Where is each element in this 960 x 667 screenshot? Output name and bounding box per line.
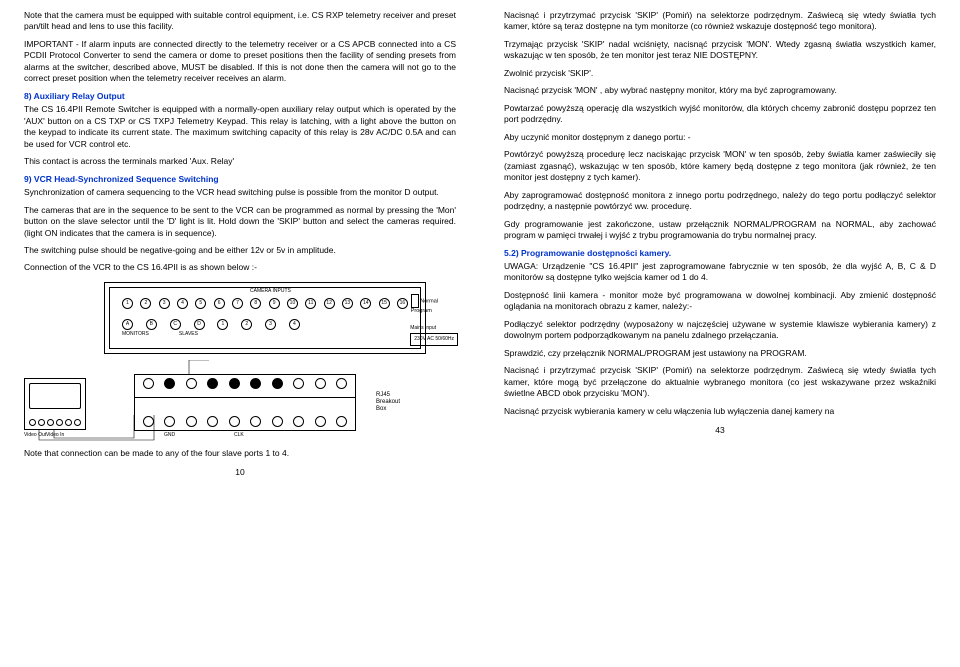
section-9-para-c: The switching pulse should be negative-g… (24, 245, 456, 256)
program-label: Program (411, 308, 432, 314)
section-8-para-a: The CS 16.4PII Remote Switcher is equipp… (24, 104, 456, 150)
r-para-6: Aby uczynić monitor dostępnym z danego p… (504, 132, 936, 143)
section-9-para-b: The cameras that are in the sequence to … (24, 205, 456, 239)
section-9-para-a: Synchronization of camera sequencing to … (24, 187, 456, 198)
monitors-label: MONITORS (122, 331, 149, 338)
r-para-4: Nacisnąć przycisk 'MON' , aby wybrać nas… (504, 85, 936, 96)
r-para-2: Trzymając przycisk 'SKIP' nadal wciśnięt… (504, 39, 936, 62)
r-para-8: Gdy programowanie jest zakończone, ustaw… (504, 219, 936, 242)
r-para-14: Nacisnąć przycisk wybierania kamery w ce… (504, 406, 936, 417)
intro-para-1: Note that the camera must be equipped wi… (24, 10, 456, 33)
device-rear-panel: CAMERA INPUTS 1234 5678 9101112 13141516… (104, 282, 426, 354)
section-9-heading: 9) VCR Head-Synchronized Sequence Switch… (24, 174, 456, 185)
r-para-11: Podłączyć selektor podrzędny (wyposażony… (504, 319, 936, 342)
left-page-number: 10 (24, 467, 456, 478)
camera-inputs-label: CAMERA INPUTS (250, 288, 291, 295)
slaves-label: SLAVES (179, 331, 198, 338)
section-9-para-e: Note that connection can be made to any … (24, 448, 456, 459)
r-para-7: Aby zaprogramować dostępność monitora z … (504, 190, 936, 213)
r-para-10: Dostępność linii kamera - monitor może b… (504, 290, 936, 313)
r-para-3: Zwolnić przycisk 'SKIP'. (504, 68, 936, 79)
section-8-heading: 8) Auxiliary Relay Output (24, 91, 456, 102)
camera-input-sockets: 1234 5678 9101112 13141516 (122, 298, 408, 309)
left-column: Note that the camera must be equipped wi… (0, 0, 480, 667)
wiring-lines (24, 360, 364, 445)
r-para-12: Sprawdzić, czy przełącznik NORMAL/PROGRA… (504, 348, 936, 359)
r-para-13: Nacisnąć i przytrzymać przycisk 'SKIP' (… (504, 365, 936, 399)
mains-voltage-label: 230V AC 50/60Hz (410, 333, 458, 346)
normal-label: Normal (420, 298, 438, 304)
section-5-2-heading: 5.2) Programowanie dostępności kamery. (504, 248, 936, 259)
right-page-number: 43 (504, 425, 936, 436)
mains-input-label: Mains Input (410, 325, 436, 331)
r-para-9: UWAGA: Urządzenie "CS 16.4PII" jest zapr… (504, 261, 936, 284)
r-para-1: Nacisnąć i przytrzymać przycisk 'SKIP' (… (504, 10, 936, 33)
right-column: Nacisnąć i przytrzymać przycisk 'SKIP' (… (480, 0, 960, 667)
rj45-breakout-label: RJ45 Breakout Box (376, 393, 400, 413)
connection-diagram: CAMERA INPUTS 1234 5678 9101112 13141516… (24, 282, 456, 440)
r-para-5: Powtarzać powyższą operację dla wszystki… (504, 103, 936, 126)
section-9-para-d: Connection of the VCR to the CS 16.4PII … (24, 262, 456, 273)
section-8-para-b: This contact is across the terminals mar… (24, 156, 456, 167)
intro-para-2: IMPORTANT - If alarm inputs are connecte… (24, 39, 456, 85)
r-para-6a: Powtórzyć powyższą procedurę lecz nacisk… (504, 149, 936, 183)
